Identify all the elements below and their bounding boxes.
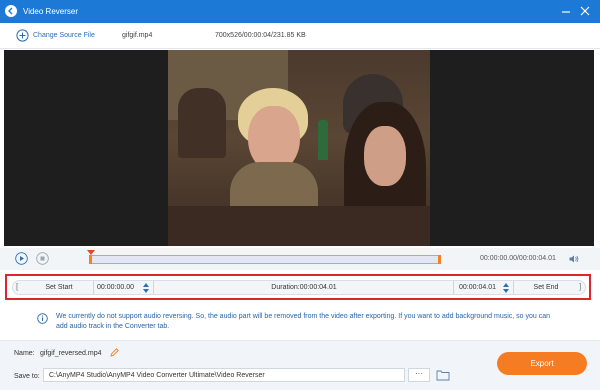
browse-button[interactable]: ··· bbox=[408, 368, 430, 382]
chevron-up-icon[interactable] bbox=[143, 283, 149, 287]
plus-circle-icon bbox=[16, 29, 29, 42]
start-time-input[interactable]: 00:00:00.00 bbox=[91, 281, 149, 294]
timeline-slider[interactable] bbox=[87, 250, 441, 264]
output-panel: Name: gifgif_reversed.mp4 Save to: C:\An… bbox=[0, 340, 600, 390]
playback-controls: 00:00:00.00/00:00:04.01 bbox=[0, 248, 600, 270]
range-settings: [ Set Start 00:00:00.00 Duration:00:00:0… bbox=[0, 270, 600, 310]
range-row: [ Set Start 00:00:00.00 Duration:00:00:0… bbox=[12, 280, 586, 295]
stop-icon[interactable] bbox=[36, 252, 49, 265]
save-to-label: Save to: bbox=[14, 373, 40, 380]
duration-label: Duration:00:00:04.01 bbox=[271, 284, 337, 291]
window-title: Video Reverser bbox=[23, 7, 78, 16]
chevron-down-icon[interactable] bbox=[143, 289, 149, 293]
volume-icon[interactable] bbox=[568, 253, 580, 265]
set-start-button[interactable]: Set Start bbox=[23, 281, 95, 294]
pencil-icon[interactable] bbox=[109, 347, 120, 358]
name-label: Name: bbox=[14, 350, 35, 357]
range-highlight-box: [ Set Start 00:00:00.00 Duration:00:00:0… bbox=[5, 274, 591, 300]
folder-icon[interactable] bbox=[436, 369, 450, 381]
start-time-stepper[interactable] bbox=[143, 283, 149, 293]
range-end-handle[interactable] bbox=[438, 255, 441, 264]
minimize-icon[interactable] bbox=[559, 4, 573, 18]
video-preview-area bbox=[4, 50, 594, 246]
source-filename: gifgif.mp4 bbox=[122, 32, 153, 39]
file-bar: Change Source File gifgif.mp4 700x526/00… bbox=[0, 23, 600, 49]
reverse-logo-icon bbox=[5, 5, 17, 17]
audio-notice: We currently do not support audio revers… bbox=[0, 310, 600, 342]
output-filename: gifgif_reversed.mp4 bbox=[40, 350, 102, 357]
left-bracket: [ bbox=[16, 282, 19, 291]
notice-text: We currently do not support audio revers… bbox=[56, 313, 551, 330]
source-file-info: 700x526/00:00:04/231.85 KB bbox=[215, 32, 306, 39]
end-time-stepper[interactable] bbox=[503, 283, 509, 293]
time-display: 00:00:00.00/00:00:04.01 bbox=[480, 255, 556, 262]
chevron-down-icon[interactable] bbox=[503, 289, 509, 293]
set-end-button[interactable]: Set End bbox=[511, 281, 581, 294]
info-icon bbox=[37, 313, 48, 324]
video-frame bbox=[168, 50, 430, 246]
range-start-handle[interactable] bbox=[89, 255, 92, 264]
title-bar: Video Reverser bbox=[0, 0, 600, 23]
play-icon[interactable] bbox=[15, 252, 28, 265]
right-bracket: ] bbox=[579, 282, 582, 291]
save-path-field[interactable]: C:\AnyMP4 Studio\AnyMP4 Video Converter … bbox=[43, 368, 405, 382]
change-source-file-button[interactable]: Change Source File bbox=[16, 28, 95, 43]
playhead-marker[interactable] bbox=[87, 250, 95, 255]
export-button[interactable]: Export bbox=[497, 352, 587, 375]
chevron-up-icon[interactable] bbox=[503, 283, 509, 287]
change-source-label: Change Source File bbox=[33, 32, 95, 39]
close-icon[interactable] bbox=[578, 4, 592, 18]
